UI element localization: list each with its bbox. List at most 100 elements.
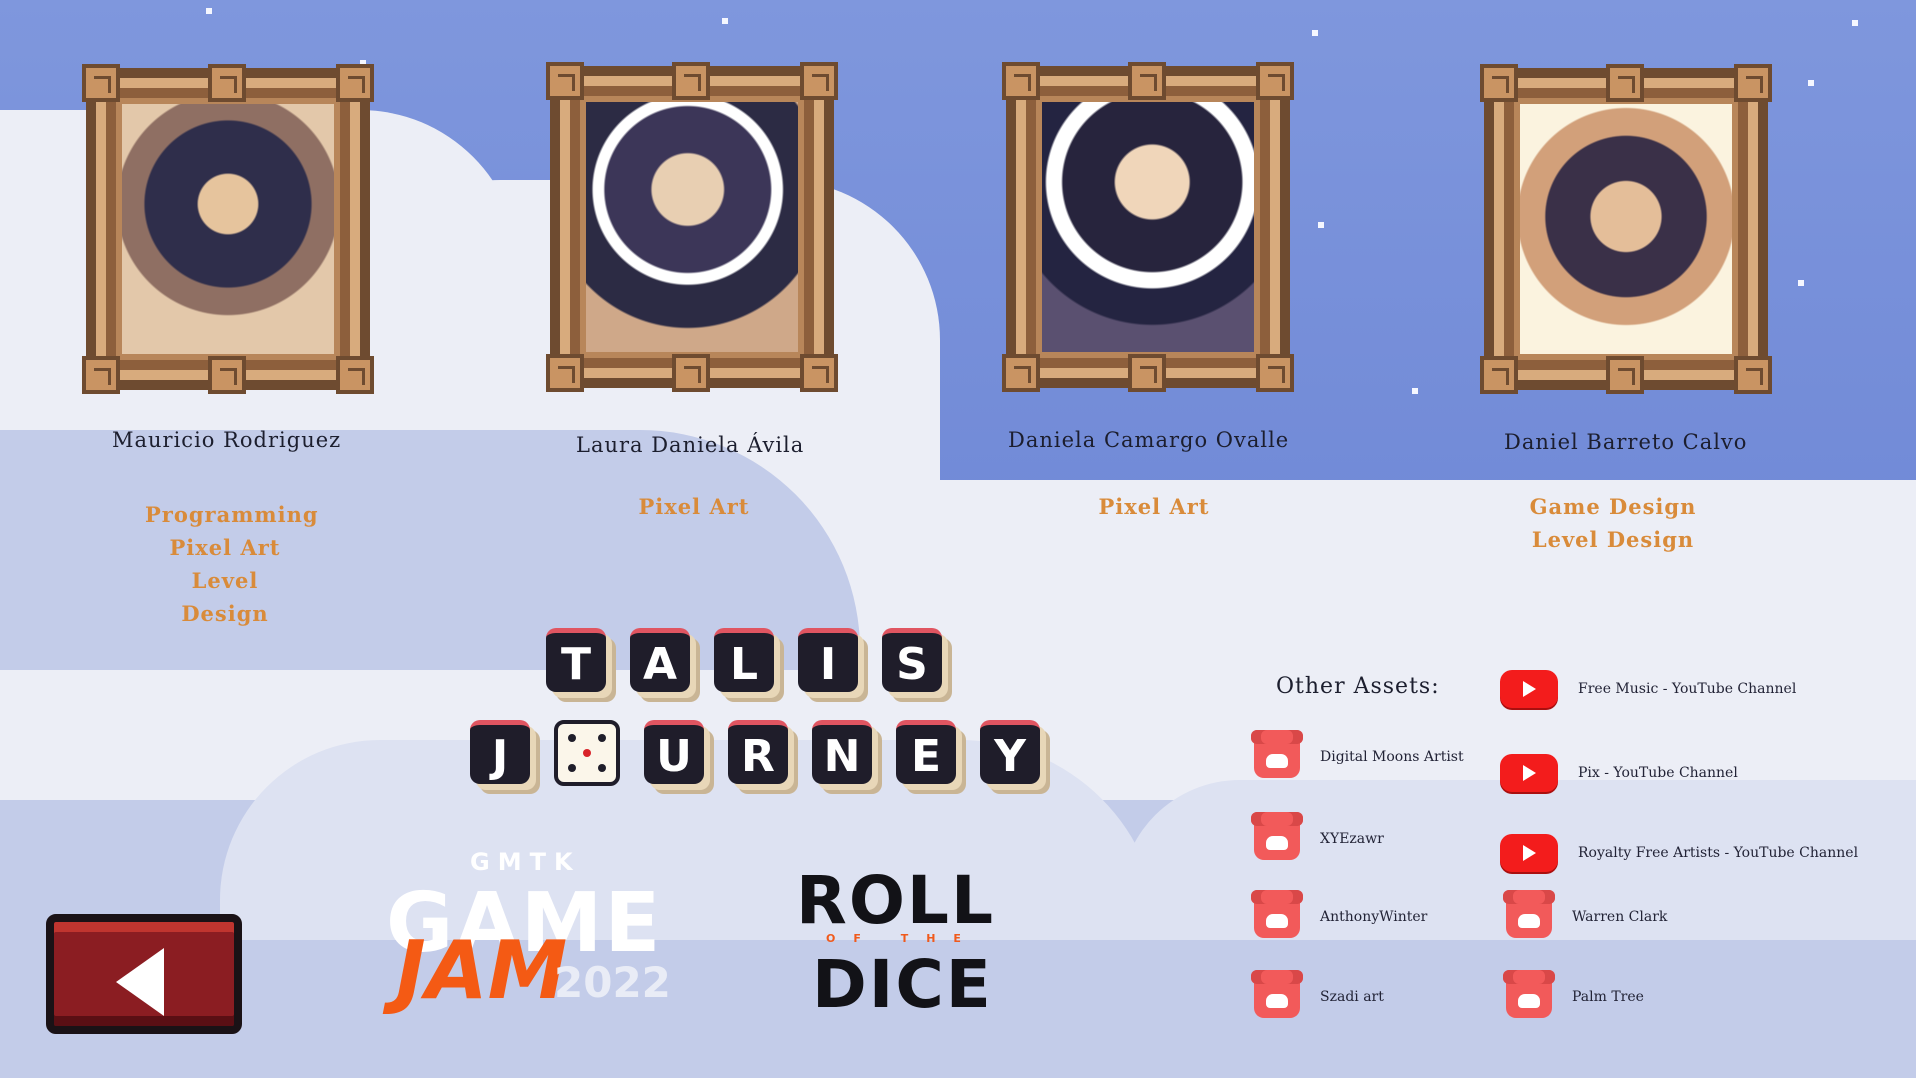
- asset-label: Free Music - YouTube Channel: [1578, 681, 1797, 697]
- title-line-1: T A L I S: [534, 628, 954, 692]
- title-letter: E: [896, 720, 956, 784]
- back-button[interactable]: [46, 914, 242, 1034]
- gmtk-label: GMTK: [470, 848, 581, 876]
- member-roles: Pixel Art: [614, 490, 774, 523]
- asset-label: Warren Clark: [1572, 909, 1668, 925]
- asset-link[interactable]: Digital Moons Artist: [1251, 730, 1464, 778]
- frame-ornament: [1480, 64, 1518, 102]
- itch-io-icon: [1251, 812, 1303, 860]
- frame-ornament: [82, 356, 120, 394]
- title-letter: U: [644, 720, 704, 784]
- member-name: Mauricio Rodriguez: [112, 428, 342, 452]
- star: [206, 8, 212, 14]
- star: [1312, 30, 1318, 36]
- dice-icon: [554, 720, 620, 786]
- frame-ornament: [1734, 356, 1772, 394]
- portrait-frame: [1480, 64, 1772, 394]
- itch-io-icon: [1503, 890, 1555, 938]
- portrait-frame: [546, 62, 838, 392]
- asset-label: XYEzawr: [1320, 831, 1384, 847]
- asset-label: Szadi art: [1320, 989, 1384, 1005]
- roll-of-the-dice-logo: ROLL OF THE DICE: [796, 862, 1016, 1023]
- asset-link[interactable]: XYEzawr: [1251, 812, 1384, 860]
- asset-link[interactable]: Royalty Free Artists - YouTube Channel: [1500, 834, 1858, 872]
- frame-ornament: [546, 62, 584, 100]
- frame-ornament: [1002, 354, 1040, 392]
- asset-label: Pix - YouTube Channel: [1578, 765, 1738, 781]
- member-name: Daniel Barreto Calvo: [1504, 430, 1748, 454]
- portrait-frame: [1002, 62, 1294, 392]
- asset-label: Palm Tree: [1572, 989, 1644, 1005]
- star: [1318, 222, 1324, 228]
- other-assets-title: Other Assets:: [1276, 674, 1440, 699]
- title-letter: L: [714, 628, 774, 692]
- youtube-icon: [1500, 754, 1558, 792]
- jam-label: JAM: [396, 924, 568, 1017]
- portrait-photo: [1042, 102, 1254, 352]
- frame-ornament: [546, 354, 584, 392]
- title-letter: S: [882, 628, 942, 692]
- title-letter: Y: [980, 720, 1040, 784]
- of-the-label: OF THE: [826, 932, 979, 945]
- frame-ornament: [336, 356, 374, 394]
- member-name: Daniela Camargo Ovalle: [1008, 428, 1290, 452]
- title-letter: N: [812, 720, 872, 784]
- itch-io-icon: [1251, 970, 1303, 1018]
- frame-ornament: [672, 354, 710, 392]
- frame-ornament: [1256, 62, 1294, 100]
- asset-label: Royalty Free Artists - YouTube Channel: [1578, 845, 1859, 861]
- member-roles: Programming Pixel Art Level Design: [145, 498, 319, 630]
- frame-ornament: [672, 62, 710, 100]
- star: [1412, 388, 1418, 394]
- dice-label: DICE: [812, 946, 993, 1023]
- asset-link[interactable]: Szadi art: [1251, 970, 1384, 1018]
- frame-ornament: [1002, 62, 1040, 100]
- frame-ornament: [208, 64, 246, 102]
- game-title-logo: T A L I S: [534, 628, 954, 692]
- member-roles: Pixel Art: [1074, 490, 1234, 523]
- frame-ornament: [800, 62, 838, 100]
- asset-link[interactable]: Free Music - YouTube Channel: [1500, 670, 1796, 708]
- youtube-icon: [1500, 834, 1558, 872]
- asset-link[interactable]: AnthonyWinter: [1251, 890, 1428, 938]
- roll-label: ROLL: [796, 862, 996, 939]
- itch-io-icon: [1503, 970, 1555, 1018]
- asset-link[interactable]: Pix - YouTube Channel: [1500, 754, 1738, 792]
- portrait-frame: [82, 64, 374, 394]
- game-title-logo-line2: J U R N E Y: [458, 720, 1052, 786]
- title-line-2: J U R N E Y: [458, 720, 1052, 786]
- star: [722, 18, 728, 24]
- frame-ornament: [1734, 64, 1772, 102]
- portrait-photo: [1520, 104, 1732, 354]
- asset-label: AnthonyWinter: [1320, 909, 1428, 925]
- back-arrow-icon: [116, 948, 164, 1016]
- frame-ornament: [208, 356, 246, 394]
- itch-io-icon: [1251, 890, 1303, 938]
- role-label: Level Design: [1531, 527, 1695, 552]
- asset-label: Digital Moons Artist: [1320, 749, 1464, 765]
- role-label: Pixel Art: [169, 535, 281, 560]
- star: [1798, 280, 1804, 286]
- frame-ornament: [1128, 62, 1166, 100]
- portrait-photo: [586, 102, 798, 352]
- asset-link[interactable]: Warren Clark: [1503, 890, 1668, 938]
- frame-ornament: [336, 64, 374, 102]
- title-letter: I: [798, 628, 858, 692]
- frame-ornament: [1256, 354, 1294, 392]
- frame-ornament: [1128, 354, 1166, 392]
- role-label: Programming: [145, 502, 319, 527]
- frame-ornament: [1480, 356, 1518, 394]
- title-letter: J: [470, 720, 530, 784]
- role-label: Pixel Art: [638, 494, 750, 519]
- frame-ornament: [800, 354, 838, 392]
- role-label: Game Design: [1529, 494, 1697, 519]
- member-roles: Game Design Level Design: [1528, 490, 1698, 556]
- title-letter: A: [630, 628, 690, 692]
- title-letter: R: [728, 720, 788, 784]
- star: [1852, 20, 1858, 26]
- itch-io-icon: [1251, 730, 1303, 778]
- frame-ornament: [1606, 64, 1644, 102]
- asset-link[interactable]: Palm Tree: [1503, 970, 1644, 1018]
- portrait-photo: [122, 104, 334, 354]
- frame-ornament: [1606, 356, 1644, 394]
